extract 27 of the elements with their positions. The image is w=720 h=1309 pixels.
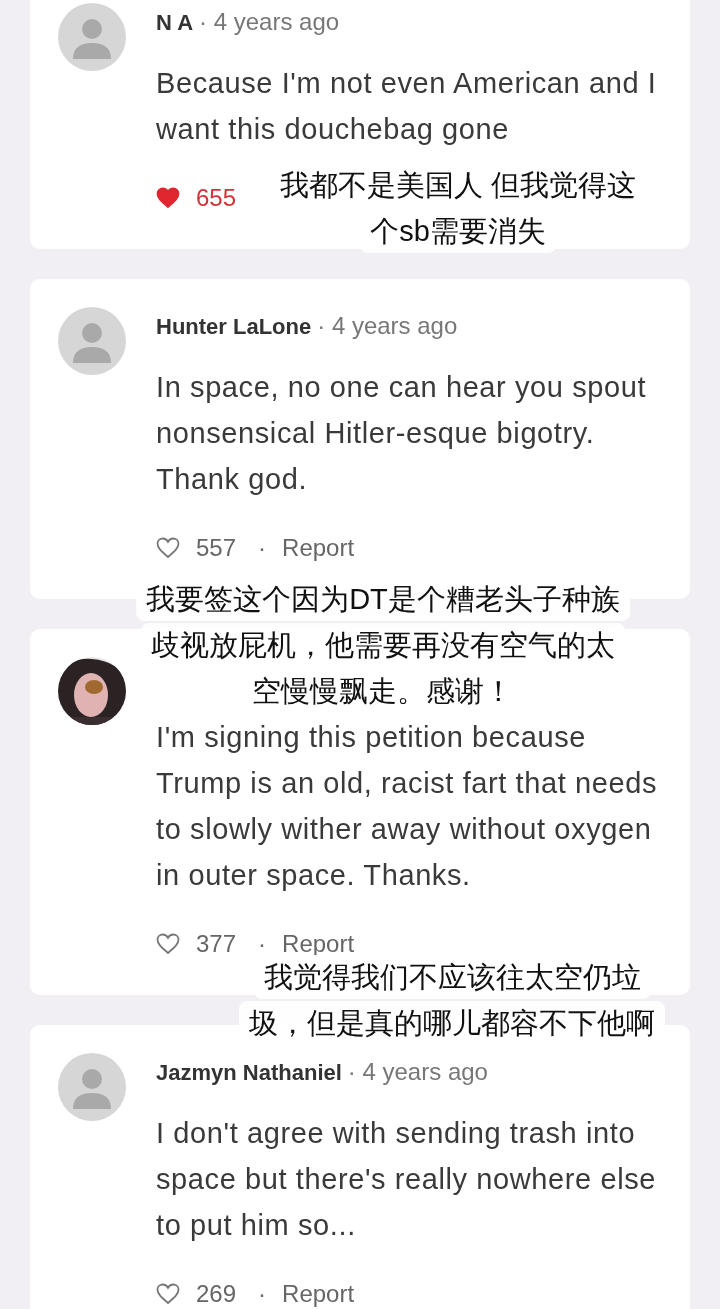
like-count: 557 xyxy=(196,534,237,562)
separator-dot: · xyxy=(258,1280,267,1308)
report-link[interactable]: Report xyxy=(282,930,355,958)
avatar-icon xyxy=(58,3,126,71)
timestamp: · 4 years ago xyxy=(317,312,458,340)
comment-text: I don't agree with sending trash into space but there's really nowhere else to put him so... xyxy=(156,1116,658,1243)
heart-icon[interactable] xyxy=(156,187,180,209)
comment-text: Because I'm not even American and I want this douchebag gone xyxy=(156,66,658,147)
like-count: 377 xyxy=(196,930,237,958)
comment-text: I'm signing this petition because Trump is an old, racist fart that needs to slowly wither away without oxygen in outer space. Thanks. xyxy=(156,720,659,893)
timestamp: · 4 years ago xyxy=(199,8,340,36)
avatar-icon xyxy=(58,307,126,375)
separator-dot: · xyxy=(258,534,267,562)
heart-outline-icon[interactable] xyxy=(156,1283,180,1305)
avatar-icon xyxy=(58,1053,126,1121)
heart-outline-icon[interactable] xyxy=(156,537,180,559)
author-name[interactable]: Jazmyn Nathaniel xyxy=(156,1060,342,1086)
comment-text: In space, no one can hear you spout nonsensical Hitler-esque bigotry. Thank god. xyxy=(156,370,648,497)
report-link[interactable]: Report xyxy=(282,534,355,562)
like-count: 655 xyxy=(196,184,237,212)
separator-dot: · xyxy=(258,930,267,958)
author-name[interactable]: Hunter LaLone xyxy=(156,314,312,340)
report-link[interactable]: Report xyxy=(282,1280,355,1308)
like-count: 269 xyxy=(196,1280,237,1308)
heart-outline-icon[interactable] xyxy=(156,933,180,955)
author-name[interactable]: N A xyxy=(156,10,194,36)
timestamp: · 4 years ago xyxy=(347,1058,488,1086)
